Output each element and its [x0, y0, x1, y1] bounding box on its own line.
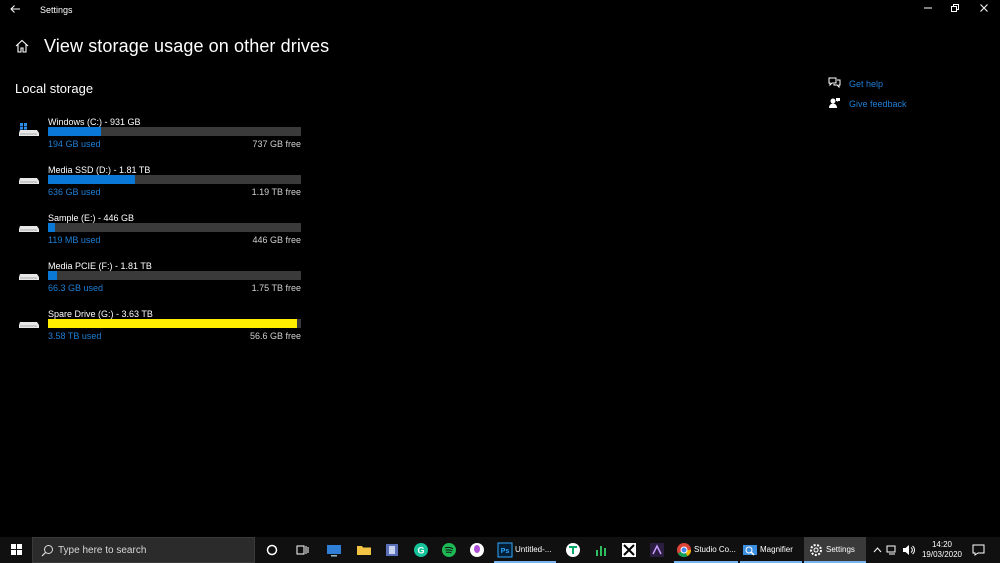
used-label: 636 GB used [48, 187, 101, 197]
action-center-button[interactable] [972, 537, 988, 563]
clock-date: 19/03/2020 [921, 550, 963, 559]
minimize-button[interactable] [919, 3, 937, 19]
drive-item[interactable]: Media PCIE (F:) - 1.81 TB 66.3 GB used 1.7… [18, 261, 308, 301]
back-arrow-icon[interactable] [6, 2, 24, 20]
photoshop-icon: Ps [497, 542, 513, 558]
notification-icon [972, 544, 985, 556]
taskbar-app-file-explorer[interactable] [354, 537, 374, 563]
used-label: 3.58 TB used [48, 331, 102, 341]
usage-bar-fill [48, 223, 55, 232]
spotify-icon [442, 543, 456, 557]
drive-icon [18, 171, 40, 184]
taskbar-app-grammarly[interactable]: G [411, 537, 431, 563]
taskbar-search[interactable]: Type here to search [32, 537, 255, 563]
search-placeholder: Type here to search [58, 545, 147, 556]
usage-bar-fill [48, 271, 58, 280]
drive-icon [18, 267, 40, 280]
feedback-person-icon [828, 97, 840, 109]
drive-icon [18, 315, 40, 328]
usage-bar [48, 223, 301, 232]
taskbar-app-magnifier[interactable]: Magnifier [740, 537, 802, 563]
taskbar-app-photoshop[interactable]: Ps Untitled-... [494, 537, 556, 563]
search-icon [41, 544, 54, 557]
usage-bar [48, 175, 301, 184]
clock-time: 14:20 [931, 540, 953, 549]
drive-name: Sample (E:) - 446 GB [48, 213, 135, 223]
taskbar-clock[interactable]: 14:20 19/03/2020 [918, 540, 966, 560]
close-button[interactable] [975, 3, 993, 19]
cortana-button[interactable] [262, 537, 282, 563]
usage-bar-fill [48, 127, 101, 136]
taskbar-app-monitor[interactable] [324, 537, 344, 563]
free-label: 446 GB free [252, 235, 301, 245]
svg-text:Ps: Ps [501, 548, 510, 555]
drive-item[interactable]: Spare Drive (G:) - 3.63 TB 3.58 TB used 56… [18, 309, 308, 349]
free-label: 1.75 TB free [251, 283, 301, 293]
page-title: View storage usage on other drives [44, 36, 330, 56]
used-label: 66.3 GB used [48, 283, 104, 293]
taskbar-app-chart[interactable] [591, 537, 611, 563]
task-view-icon [296, 545, 309, 555]
taskbar-app-affinity[interactable] [647, 537, 667, 563]
drive-item[interactable]: Sample (E:) - 446 GB 119 MB used 446 GB fr… [18, 213, 308, 253]
monitor-icon [327, 545, 341, 557]
usage-bar [48, 319, 301, 328]
windows-drive-icon [18, 123, 40, 136]
drive-name: Media PCIE (F:) - 1.81 TB [48, 261, 152, 271]
taskbar-app-spotify[interactable] [439, 537, 459, 563]
drive-item[interactable]: Windows (C:) - 931 GB 194 GB used 737 GB f… [18, 117, 308, 157]
system-tray [873, 537, 917, 563]
window-title: Settings [40, 5, 73, 15]
balloon-icon [470, 543, 484, 557]
drive-icon [18, 219, 40, 232]
cortana-icon [266, 544, 278, 556]
drive-name: Spare Drive (G:) - 3.63 TB [48, 309, 153, 319]
usage-bar-fill [48, 175, 135, 184]
taskbar-app-notes[interactable] [382, 537, 402, 563]
t-app-icon [566, 543, 580, 557]
usage-bar [48, 127, 301, 136]
usage-bar [48, 271, 301, 280]
taskbar-app-t[interactable] [563, 537, 583, 563]
free-label: 56.6 GB free [249, 331, 301, 341]
affinity-icon [650, 543, 664, 557]
free-label: 737 GB free [252, 139, 301, 149]
drive-name: Media SSD (D:) - 1.81 TB [48, 165, 151, 175]
folder-icon [357, 546, 371, 555]
section-title: Local storage [15, 81, 94, 96]
restore-button[interactable] [946, 3, 964, 19]
task-view-button[interactable] [292, 537, 312, 563]
taskbar-app-chrome[interactable]: Studio Co... [674, 537, 738, 563]
chat-help-icon [828, 77, 841, 89]
usage-bar-fill [48, 319, 298, 328]
bar-chart-icon [596, 546, 606, 556]
volume-icon[interactable] [902, 544, 915, 556]
taskbar: Type here to search G Ps Untitled-... St… [0, 537, 1000, 563]
notebook-icon [386, 544, 398, 556]
title-bar: Settings [0, 0, 1000, 22]
used-label: 119 MB used [48, 235, 101, 245]
free-label: 1.19 TB free [251, 187, 301, 197]
magnifier-icon [743, 545, 757, 556]
windows-logo-icon [11, 544, 22, 555]
taskbar-app-balloon[interactable] [467, 537, 487, 563]
network-icon[interactable] [886, 544, 898, 556]
taskbar-app-capcut[interactable] [619, 537, 639, 563]
chevron-up-icon[interactable] [873, 546, 882, 554]
drive-item[interactable]: Media SSD (D:) - 1.81 TB 636 GB used 1.19 … [18, 165, 308, 205]
grammarly-icon: G [414, 543, 428, 557]
gear-icon [810, 544, 822, 556]
capcut-icon [622, 543, 636, 557]
used-label: 194 GB used [48, 139, 101, 149]
chrome-icon [677, 543, 692, 558]
taskbar-app-settings[interactable]: Settings [804, 537, 866, 563]
svg-text:G: G [417, 546, 424, 556]
start-button[interactable] [0, 537, 32, 563]
drive-name: Windows (C:) - 931 GB [48, 117, 141, 127]
home-icon[interactable] [14, 38, 32, 56]
